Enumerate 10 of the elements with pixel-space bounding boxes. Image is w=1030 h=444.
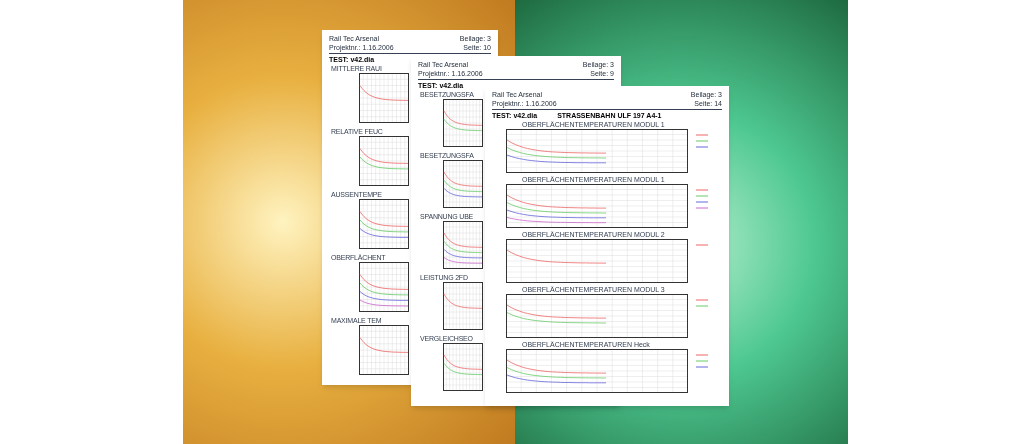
line-chart-drawing <box>443 221 483 269</box>
line-chart-drawing <box>443 343 483 391</box>
line-chart-drawing <box>359 262 409 312</box>
line-chart-drawing <box>359 199 409 249</box>
line-chart-drawing <box>359 136 409 186</box>
line-chart-drawing <box>443 160 483 208</box>
line-chart-drawing <box>443 282 483 330</box>
line-chart-drawing <box>359 73 409 123</box>
line-chart-drawing <box>443 99 483 147</box>
line-chart-drawing <box>359 325 409 375</box>
